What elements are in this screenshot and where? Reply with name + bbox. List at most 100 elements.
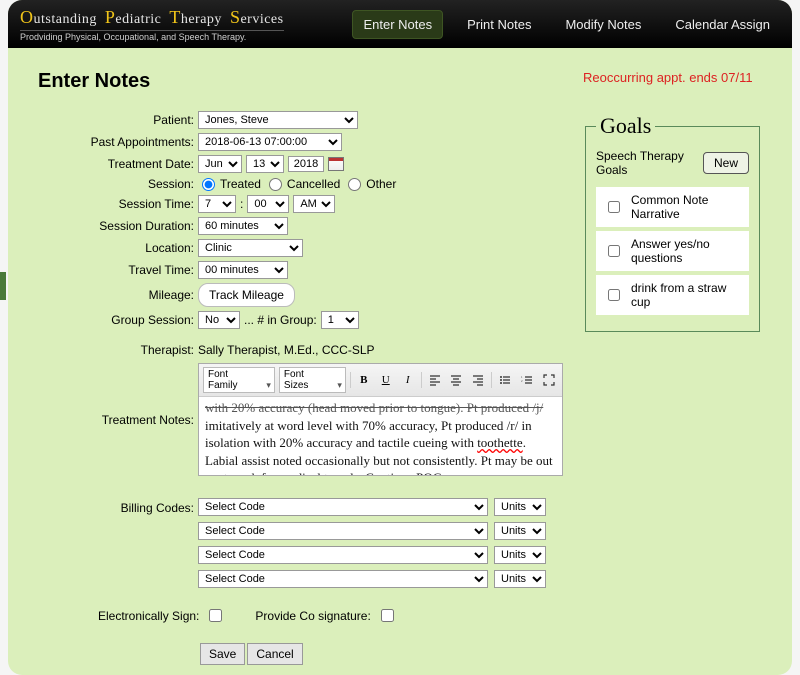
label-cosign: Provide Co signature: [255, 609, 370, 623]
label-therapist: Therapist: [38, 343, 198, 357]
billing-units-select-4[interactable]: Units [494, 570, 546, 588]
patient-select[interactable]: Jones, Steve [198, 111, 358, 129]
brand-subtitle: Prodviding Physical, Occupational, and S… [20, 30, 284, 42]
label-travel-time: Travel Time: [38, 263, 198, 277]
nav-enter-notes[interactable]: Enter Notes [352, 10, 443, 39]
calendar-icon[interactable] [328, 157, 344, 171]
label-session-time: Session Time: [38, 197, 198, 211]
main-column: Enter Notes Patient: Jones, Steve Past A… [38, 70, 563, 665]
cosign-checkbox[interactable] [381, 609, 394, 622]
font-sizes-dropdown[interactable]: Font Sizes [279, 367, 346, 393]
goal-checkbox[interactable] [608, 245, 620, 257]
goal-label: Answer yes/no questions [631, 237, 741, 265]
editor-body[interactable]: with 20% accuracy (head moved prior to t… [199, 397, 562, 475]
billing-code-select-2[interactable]: Select Code [198, 522, 488, 540]
label-location: Location: [38, 241, 198, 255]
align-right-button[interactable] [469, 371, 487, 389]
billing-units-select-2[interactable]: Units [494, 522, 546, 540]
save-button[interactable]: Save [200, 643, 245, 665]
billing-units-select-1[interactable]: Units [494, 498, 546, 516]
billing-code-select-3[interactable]: Select Code [198, 546, 488, 564]
nav-calendar-assign[interactable]: Calendar Assign [665, 11, 780, 38]
session-treated-radio[interactable] [202, 178, 215, 191]
side-column: Reoccurring appt. ends 07/11 Goals Speec… [583, 70, 762, 665]
billing-block: Billing Codes: Select Code Units Select … [38, 498, 563, 590]
num-in-group-select[interactable]: 1 [321, 311, 359, 329]
time-colon: : [240, 197, 243, 211]
goals-header: Speech Therapy Goals New [596, 149, 749, 177]
billing-units-select-3[interactable]: Units [494, 546, 546, 564]
time-ampm-select[interactable]: AM [293, 195, 335, 213]
nav-modify-notes[interactable]: Modify Notes [555, 11, 651, 38]
brand-title: Outstanding Pediatric Therapy Services [20, 7, 284, 28]
time-hour-select[interactable]: 7 [198, 195, 236, 213]
italic-button[interactable]: I [399, 371, 417, 389]
nav-print-notes[interactable]: Print Notes [457, 11, 541, 38]
form-grid: Patient: Jones, Steve Past Appointments:… [38, 111, 563, 329]
session-cancelled-label: Cancelled [287, 177, 340, 191]
content-area: Enter Notes Patient: Jones, Steve Past A… [8, 48, 792, 675]
date-month-select[interactable]: Jun [198, 155, 242, 173]
label-billing-codes: Billing Codes: [38, 501, 198, 515]
duration-select[interactable]: 60 minutes [198, 217, 288, 235]
align-left-button[interactable] [426, 371, 444, 389]
goal-label: drink from a straw cup [631, 281, 741, 309]
goals-new-button[interactable]: New [703, 152, 749, 174]
goals-legend: Goals [596, 113, 655, 139]
billing-code-select-4[interactable]: Select Code [198, 570, 488, 588]
goals-subtitle: Speech Therapy Goals [596, 149, 703, 177]
session-other-radio[interactable] [348, 178, 361, 191]
numbered-list-button[interactable]: 12 [518, 371, 536, 389]
session-treated-label: Treated [220, 177, 261, 191]
svg-text:2: 2 [521, 379, 523, 383]
therapist-name: Sally Therapist, M.Ed., CCC-SLP [198, 343, 563, 357]
time-min-select[interactable]: 00 [247, 195, 289, 213]
page-container: Outstanding Pediatric Therapy Services P… [8, 0, 792, 675]
label-esign: Electronically Sign: [98, 609, 199, 623]
fullscreen-button[interactable] [540, 371, 558, 389]
goal-item[interactable]: Common Note Narrative [596, 187, 749, 227]
session-radio-group: Treated Cancelled Other [198, 177, 563, 191]
billing-code-select-1[interactable]: Select Code [198, 498, 488, 516]
label-group-session: Group Session: [38, 313, 198, 327]
editor-struck-line: with 20% accuracy (head moved prior to t… [205, 399, 556, 417]
date-day-select[interactable]: 13 [246, 155, 284, 173]
rich-text-editor: Font Family Font Sizes B U I 12 [198, 363, 563, 476]
group-session-select[interactable]: No [198, 311, 240, 329]
location-select[interactable]: Clinic [198, 239, 303, 257]
label-session: Session: [38, 177, 198, 191]
left-accent-bar [0, 272, 6, 300]
label-patient: Patient: [38, 113, 198, 127]
track-mileage-button[interactable]: Track Mileage [198, 283, 295, 307]
toolbar-separator [491, 372, 492, 388]
top-bar: Outstanding Pediatric Therapy Services P… [8, 0, 792, 48]
page-title: Enter Notes [38, 70, 563, 93]
underline-button[interactable]: U [377, 371, 395, 389]
cancel-button[interactable]: Cancel [247, 643, 302, 665]
toolbar-separator [350, 372, 351, 388]
goals-panel: Goals Speech Therapy Goals New Common No… [585, 113, 760, 332]
editor-toolbar: Font Family Font Sizes B U I 12 [199, 364, 562, 397]
label-num-in-group: ... # in Group: [244, 313, 317, 327]
align-center-button[interactable] [448, 371, 466, 389]
esign-checkbox[interactable] [209, 609, 222, 622]
label-treatment-date: Treatment Date: [38, 157, 198, 171]
travel-time-select[interactable]: 00 minutes [198, 261, 288, 279]
label-past-appointments: Past Appointments: [38, 135, 198, 149]
font-family-dropdown[interactable]: Font Family [203, 367, 275, 393]
past-appointments-select[interactable]: 2018-06-13 07:00:00 [198, 133, 342, 151]
goal-item[interactable]: Answer yes/no questions [596, 231, 749, 271]
editor-spellerr-word: toothette [477, 435, 523, 450]
bold-button[interactable]: B [355, 371, 373, 389]
label-session-duration: Session Duration: [38, 219, 198, 233]
date-year-input[interactable] [288, 156, 324, 172]
goal-item[interactable]: drink from a straw cup [596, 275, 749, 315]
goal-checkbox[interactable] [608, 289, 620, 301]
bullet-list-button[interactable] [496, 371, 514, 389]
main-nav: Enter Notes Print Notes Modify Notes Cal… [352, 10, 780, 39]
session-cancelled-radio[interactable] [269, 178, 282, 191]
brand: Outstanding Pediatric Therapy Services P… [20, 7, 284, 42]
reoccur-text: Reoccurring appt. ends 07/11 [583, 70, 762, 85]
signature-row: Electronically Sign: Provide Co signatur… [38, 606, 563, 625]
goal-checkbox[interactable] [608, 201, 620, 213]
